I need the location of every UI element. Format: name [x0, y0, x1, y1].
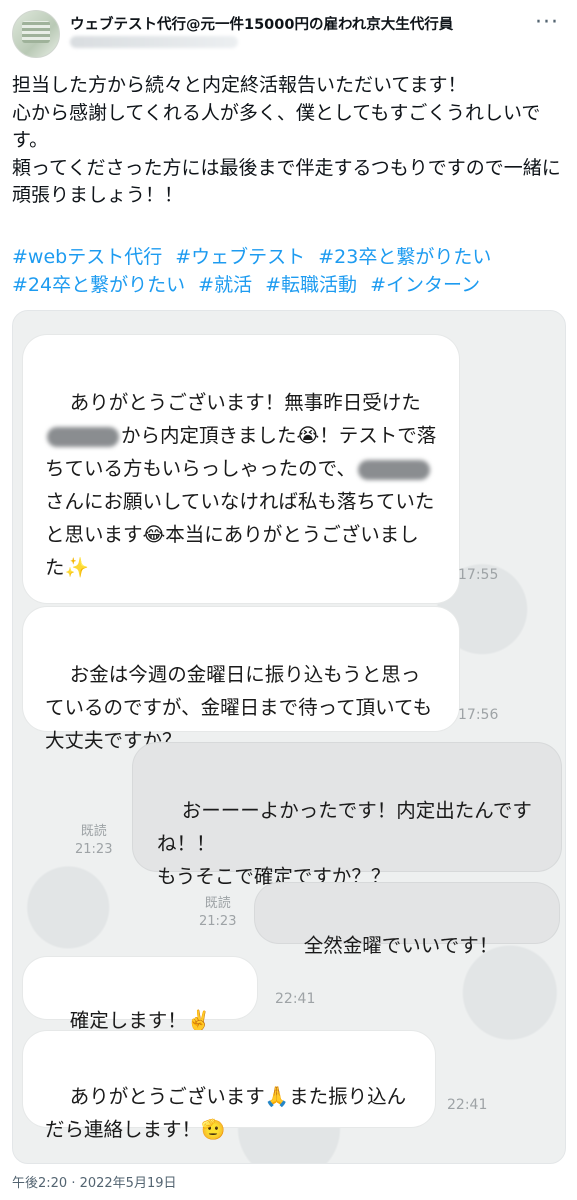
message-time: 22:41	[275, 991, 316, 1007]
message-time: 17:55	[458, 567, 499, 583]
chat-message-right: おーーーよかったです！内定出たんですね！！ もうそこで確定ですか？？	[133, 743, 561, 888]
read-receipt: 既読 21:23	[75, 823, 112, 859]
redacted-company	[47, 426, 119, 447]
read-label: 既読	[204, 896, 231, 911]
hashtag-link[interactable]: #インターン	[370, 274, 480, 296]
message-text: ありがとうございます！無事昨日受けた	[69, 391, 421, 414]
tweet-timestamp[interactable]: 午後2:20 · 2022年5月19日	[12, 1172, 177, 1191]
more-horizontal-icon[interactable]: ···	[535, 10, 559, 35]
hashtag-link[interactable]: #webテスト代行	[12, 246, 162, 268]
chat-screenshot-image[interactable]: ありがとうございます！無事昨日受けたから内定頂きました😭！テストで落ちている方も…	[12, 310, 566, 1164]
tweet-text: 担当した方から続々と内定終活報告いただいてます！ 心から感謝してくれる人が多く、…	[12, 74, 561, 206]
avatar[interactable]	[12, 10, 60, 58]
chat-message-left: ありがとうございます🙏また振り込んだら連絡します！🫡	[23, 1031, 435, 1141]
redacted-name	[357, 459, 430, 480]
chat-message-right: 全然金曜でいいです！	[255, 883, 559, 957]
chat-message-left: 確定します！✌️	[23, 957, 257, 1032]
hashtag-link[interactable]: #24卒と繋がりたい	[12, 274, 185, 296]
message-time: 17:56	[458, 707, 499, 723]
hashtag-list: #webテスト代行 #ウェブテスト #23卒と繋がりたい #24卒と繋がりたい …	[12, 243, 572, 299]
hashtag-link[interactable]: #ウェブテスト	[175, 246, 305, 268]
hashtag-link[interactable]: #就活	[198, 274, 252, 296]
message-text: お金は今週の金曜日に振り込もうと思っているのですが、金曜日まで待って頂いても大丈…	[45, 663, 433, 752]
chat-message-left: ありがとうございます！無事昨日受けたから内定頂きました😭！テストで落ちている方も…	[23, 335, 459, 603]
message-text: 全然金曜でいいです！	[303, 934, 499, 957]
author-handle-blurred[interactable]	[70, 36, 238, 48]
message-text: 確定します！✌️	[69, 1009, 212, 1032]
message-time: 22:41	[447, 1097, 488, 1113]
read-receipt: 既読 21:23	[199, 895, 236, 931]
read-label: 既読	[80, 824, 107, 839]
message-text: おーーーよかったです！内定出たんですね！！ もうそこで確定ですか？？	[157, 799, 532, 888]
hashtag-link[interactable]: #23卒と繋がりたい	[318, 246, 491, 268]
message-text: さんにお願いしていなければ私も落ちていたと思います😂本当にありがとうございました…	[45, 490, 435, 579]
hashtag-link[interactable]: #転職活動	[265, 274, 357, 296]
author-name[interactable]: ウェブテスト代行@元一件15000円の雇われ京大生代行員	[70, 13, 453, 34]
chat-message-left: お金は今週の金曜日に振り込もうと思っているのですが、金曜日まで待って頂いても大丈…	[23, 607, 459, 752]
tweet-header: ウェブテスト代行@元一件15000円の雇われ京大生代行員 ···	[0, 0, 577, 62]
message-text: ありがとうございます🙏また振り込んだら連絡します！🫡	[45, 1085, 407, 1141]
message-time: 21:23	[199, 914, 237, 929]
message-time: 21:23	[75, 842, 113, 857]
